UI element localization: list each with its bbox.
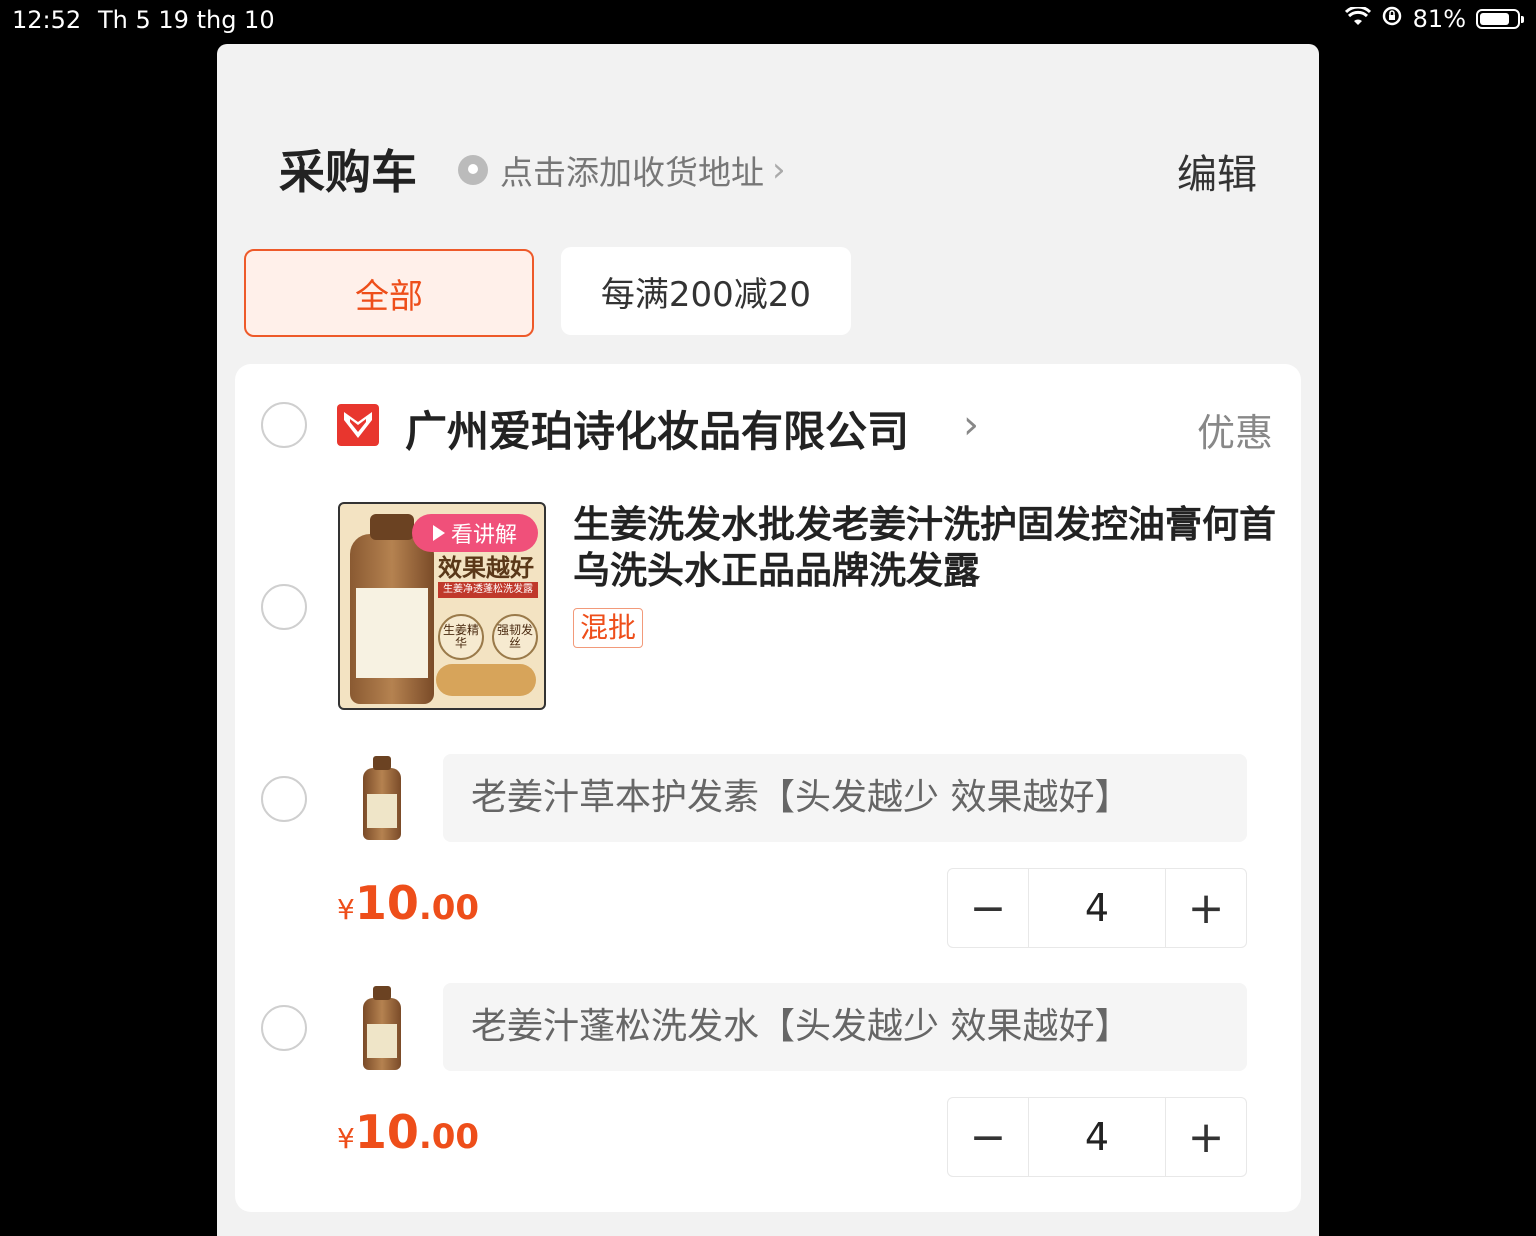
shop-name[interactable]: 广州爱珀诗化妆品有限公司 bbox=[405, 398, 909, 459]
location-pin-icon bbox=[458, 155, 488, 185]
currency-symbol: ¥ bbox=[337, 893, 355, 926]
sku-select-radio[interactable] bbox=[261, 776, 307, 822]
status-bar: 12:52 Th 5 19 thg 10 81% bbox=[0, 0, 1536, 40]
image-badge: 强韧发丝 bbox=[492, 614, 538, 660]
ginger-graphic bbox=[436, 664, 536, 696]
mix-tag: 混批 bbox=[573, 608, 644, 648]
sku-name[interactable]: 老姜汁蓬松洗发水【头发越少 效果越好】 bbox=[443, 983, 1247, 1071]
product-image[interactable]: 效果越好 生姜净透蓬松洗发露 生姜精华 强韧发丝 看讲解 bbox=[338, 502, 546, 710]
plus-icon[interactable]: + bbox=[1166, 869, 1246, 947]
edit-button[interactable]: 编辑 bbox=[1177, 142, 1257, 200]
rotation-lock-icon bbox=[1381, 5, 1403, 33]
video-tag[interactable]: 看讲解 bbox=[412, 514, 538, 552]
shop-select-radio[interactable] bbox=[261, 402, 307, 448]
price-decimal: .00 bbox=[418, 888, 480, 928]
price-decimal: .00 bbox=[418, 1117, 480, 1157]
status-time: 12:52 bbox=[12, 6, 82, 34]
product-select-radio[interactable] bbox=[261, 584, 307, 630]
status-date: Th 5 19 thg 10 bbox=[98, 6, 275, 34]
play-icon bbox=[432, 525, 445, 541]
address-button[interactable]: 点击添加收货地址 › bbox=[458, 146, 786, 194]
currency-symbol: ¥ bbox=[337, 1122, 355, 1155]
chevron-right-icon: › bbox=[772, 150, 786, 190]
filter-all[interactable]: 全部 bbox=[244, 249, 534, 337]
address-prompt: 点击添加收货地址 bbox=[500, 153, 764, 192]
image-headline: 效果越好 bbox=[438, 554, 534, 582]
quantity-value[interactable]: 4 bbox=[1028, 1098, 1166, 1176]
battery-fill bbox=[1480, 13, 1509, 25]
price-integer: 10 bbox=[354, 876, 419, 930]
sku-name[interactable]: 老姜汁草本护发素【头发越少 效果越好】 bbox=[443, 754, 1247, 842]
minus-icon[interactable]: − bbox=[948, 1098, 1028, 1176]
quantity-value[interactable]: 4 bbox=[1028, 869, 1166, 947]
filter-bar: 全部 每满200减20 bbox=[217, 247, 1319, 347]
chevron-right-icon[interactable]: › bbox=[963, 402, 979, 448]
sku-thumbnail[interactable] bbox=[351, 984, 413, 1070]
sku-price: ¥10.00 bbox=[337, 876, 479, 930]
sku-select-radio[interactable] bbox=[261, 1005, 307, 1051]
shop-logo-icon bbox=[337, 404, 379, 446]
minus-icon[interactable]: − bbox=[948, 869, 1028, 947]
video-tag-label: 看讲解 bbox=[450, 523, 517, 548]
page-title: 采购车 bbox=[279, 145, 417, 199]
filter-promo[interactable]: 每满200减20 bbox=[561, 247, 851, 335]
bottle-cap-graphic bbox=[370, 514, 414, 540]
image-stripe: 生姜净透蓬松洗发露 bbox=[438, 582, 538, 598]
plus-icon[interactable]: + bbox=[1166, 1098, 1246, 1176]
wifi-icon bbox=[1344, 5, 1371, 33]
battery-percent: 81% bbox=[1412, 5, 1466, 33]
sku-price: ¥10.00 bbox=[337, 1105, 479, 1159]
product-title[interactable]: 生姜洗发水批发老姜汁洗护固发控油膏何首乌洗头水正品品牌洗发露 bbox=[573, 502, 1283, 594]
quantity-stepper: − 4 + bbox=[947, 868, 1247, 948]
sku-thumbnail[interactable] bbox=[351, 754, 413, 840]
quantity-stepper: − 4 + bbox=[947, 1097, 1247, 1177]
image-badge: 生姜精华 bbox=[438, 614, 484, 660]
battery-icon bbox=[1476, 9, 1524, 29]
shop-card: 广州爱珀诗化妆品有限公司 › 优惠 效果越好 生姜净透蓬松洗发露 生姜精华 强韧… bbox=[235, 364, 1301, 1212]
cart-sheet: 采购车 点击添加收货地址 › 编辑 全部 每满200减20 广州爱珀诗化妆品有限… bbox=[217, 44, 1319, 1236]
status-right: 81% bbox=[1344, 5, 1524, 33]
price-integer: 10 bbox=[354, 1105, 419, 1159]
bottle-label-graphic bbox=[356, 588, 428, 678]
discount-button[interactable]: 优惠 bbox=[1197, 402, 1273, 457]
